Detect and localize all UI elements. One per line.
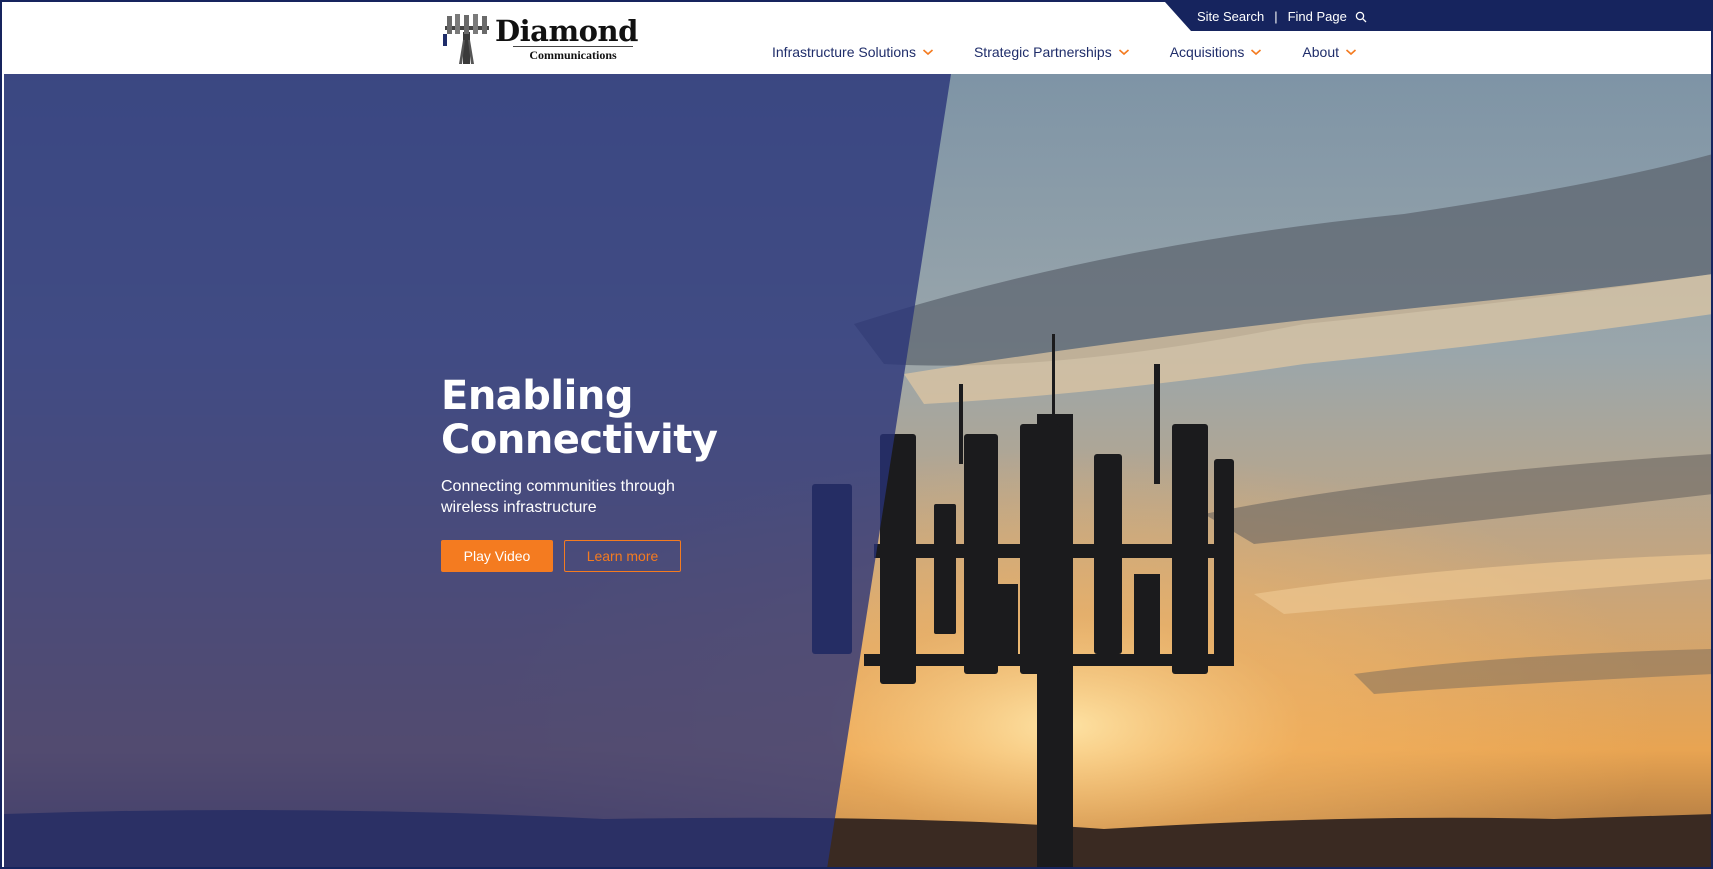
logo-text: Diamond Communications	[495, 16, 638, 62]
main-navigation: Infrastructure Solutions Strategic Partn…	[772, 44, 1357, 60]
chevron-down-icon	[922, 49, 934, 56]
logo-title: Diamond	[495, 14, 638, 48]
hero-actions: Play Video Learn more	[441, 540, 841, 572]
site-header: Site Search | Find Page Diamond Communic…	[2, 2, 1711, 74]
hero-subtitle: Connecting communities through wireless …	[441, 478, 675, 516]
search-icon[interactable]	[1355, 11, 1367, 23]
nav-label: Infrastructure Solutions	[772, 44, 916, 60]
hero-title-line1: Enabling	[441, 373, 633, 419]
hero-title: Enabling Connectivity	[441, 374, 841, 462]
nav-label: About	[1302, 44, 1339, 60]
find-page-link[interactable]: Find Page	[1288, 9, 1347, 24]
nav-label: Strategic Partnerships	[973, 44, 1112, 60]
chevron-down-icon	[1345, 49, 1357, 56]
nav-infrastructure-solutions[interactable]: Infrastructure Solutions	[772, 44, 934, 60]
learn-more-button[interactable]: Learn more	[564, 540, 681, 572]
chevron-down-icon	[1251, 49, 1262, 56]
logo-subtitle: Communications	[513, 46, 633, 62]
play-video-button[interactable]: Play Video	[441, 540, 553, 572]
chevron-down-icon	[1118, 49, 1129, 56]
cell-tower-logo-icon	[443, 14, 489, 64]
hero-section: Enabling Connectivity Connecting communi…	[4, 74, 1711, 867]
nav-about[interactable]: About	[1302, 44, 1357, 60]
browser-page: Site Search | Find Page Diamond Communic…	[0, 0, 1713, 869]
utility-separator: |	[1274, 9, 1278, 24]
site-search-link[interactable]: Site Search	[1197, 9, 1264, 24]
brand-logo[interactable]: Diamond Communications	[439, 14, 639, 64]
utility-bar: Site Search | Find Page	[1165, 2, 1711, 31]
hero-content: Enabling Connectivity Connecting communi…	[441, 374, 841, 572]
nav-acquisitions[interactable]: Acquisitions	[1170, 44, 1263, 60]
nav-strategic-partnerships[interactable]: Strategic Partnerships	[974, 44, 1130, 60]
hero-title-line2: Connectivity	[441, 417, 718, 463]
nav-label: Acquisitions	[1169, 44, 1245, 60]
